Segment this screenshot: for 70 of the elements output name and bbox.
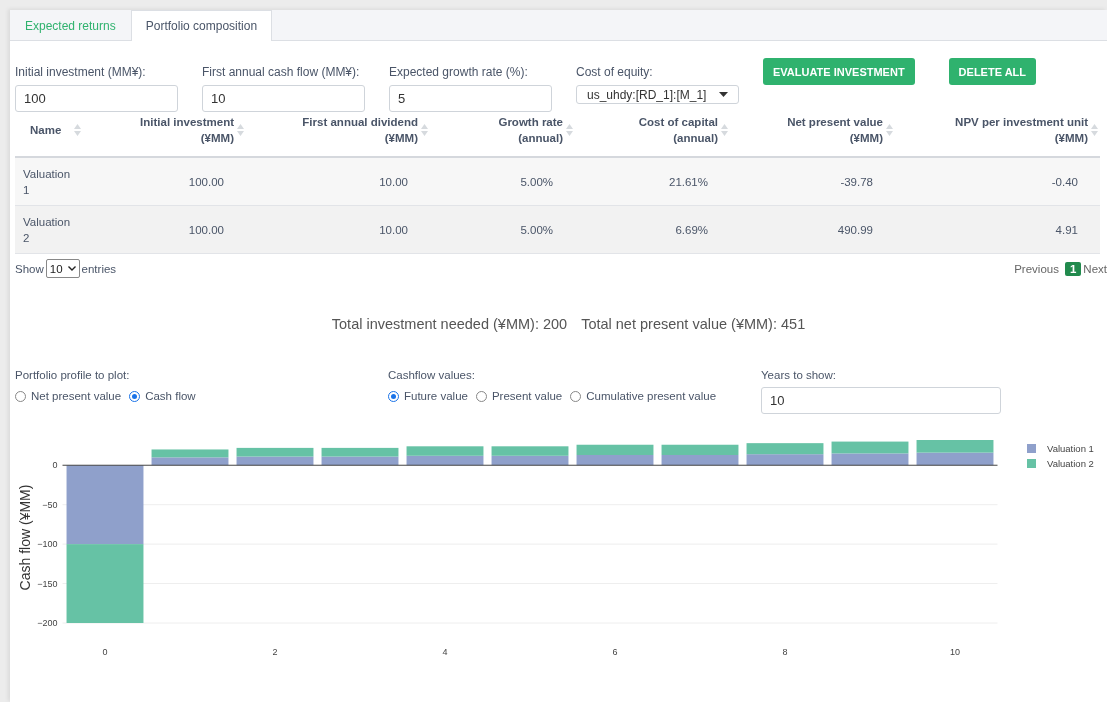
sort-icon xyxy=(1091,124,1098,136)
radio-label[interactable]: Future value xyxy=(404,390,468,402)
header-text: Growth rate (annual) xyxy=(498,115,563,146)
header-text: Net present value (¥MM) xyxy=(787,115,883,146)
axis-tick-label: 2 xyxy=(272,647,278,657)
group-label: Portfolio profile to plot: xyxy=(15,369,131,381)
field-label: Expected growth rate (%): xyxy=(389,65,529,79)
radio-label[interactable]: Cumulative present value xyxy=(586,390,717,402)
previous-link[interactable]: Previous xyxy=(1010,261,1063,276)
dropdown[interactable]: us_uhdy:[RD_1]:[M_1] xyxy=(576,85,739,104)
table-cell: Valuation 2 xyxy=(15,206,85,254)
table-cell: 5.00% xyxy=(430,206,575,254)
axis-tick-label: 8 xyxy=(782,647,788,657)
sort-icon xyxy=(237,124,244,136)
group-label: Cashflow values: xyxy=(388,369,476,381)
field-label: First annual cash flow (MM¥): xyxy=(202,65,361,79)
input-field[interactable]: 100 xyxy=(15,85,178,112)
table-cell: 21.61% xyxy=(575,158,730,206)
field-label: Initial investment (MM¥): xyxy=(15,65,147,79)
summary-text: Total investment needed (¥MM): 200 xyxy=(331,316,568,334)
axis-tick-label: −100 xyxy=(37,539,58,550)
axis-tick-label: −50 xyxy=(42,499,58,510)
input-field[interactable]: 10 xyxy=(202,85,365,112)
radio-label[interactable]: Net present value xyxy=(31,390,122,402)
table-cell: 10.00 xyxy=(246,158,430,206)
tab[interactable]: Portfolio composition xyxy=(130,10,273,41)
radio-label[interactable]: Present value xyxy=(491,390,563,402)
field-label: Cost of equity: xyxy=(576,65,654,79)
table-cell: 5.00% xyxy=(430,158,575,206)
chevron-icon xyxy=(67,266,76,271)
summary-text: Total net present value (¥MM): 451 xyxy=(581,316,806,334)
page-button[interactable]: 1 xyxy=(1064,261,1082,276)
table-cell: -39.78 xyxy=(730,158,895,206)
header-text: First annual dividend (¥MM) xyxy=(302,115,418,146)
next-link[interactable]: Next xyxy=(1083,262,1107,275)
legend-label: Valuation 1 xyxy=(1047,443,1094,454)
table-cell: 10.00 xyxy=(246,206,430,254)
table-cell: -0.40 xyxy=(895,158,1100,206)
header-text: Cost of capital (annual) xyxy=(638,115,718,146)
radio-label[interactable]: Cash flow xyxy=(145,390,196,402)
length-label: entries xyxy=(81,262,117,275)
input-field[interactable]: 10 xyxy=(761,387,1001,414)
axis-tick-label: −200 xyxy=(37,618,58,628)
axis-tick-label: 4 xyxy=(442,647,448,657)
table-cell: 4.91 xyxy=(895,206,1100,254)
table-cell: 100.00 xyxy=(85,206,246,254)
sort-icon xyxy=(74,124,82,136)
length-label: Show xyxy=(15,262,44,275)
axis-tick-label: 10 xyxy=(950,647,960,657)
axis-tick-label: 0 xyxy=(52,460,58,471)
axis-tick-label: −150 xyxy=(37,578,58,589)
sort-icon xyxy=(421,124,428,136)
header-text: Initial investment (¥MM) xyxy=(140,115,234,146)
table-cell: 490.99 xyxy=(730,206,895,254)
input-field[interactable]: 5 xyxy=(389,85,552,112)
header-text: Name xyxy=(30,123,62,138)
table-cell: 6.69% xyxy=(575,206,730,254)
header-text: NPV per investment unit (¥MM) xyxy=(955,115,1088,146)
axis-tick-label: 6 xyxy=(612,647,618,657)
legend-label: Valuation 2 xyxy=(1047,458,1094,469)
table-cell: Valuation 1 xyxy=(15,158,85,206)
axis-tick-label: 0 xyxy=(102,647,108,657)
sort-icon xyxy=(886,124,893,136)
field-label: Years to show: xyxy=(761,369,837,381)
table-cell: 100.00 xyxy=(85,158,246,206)
caret-icon xyxy=(719,92,728,97)
axis-title: Cash flow (¥MM) xyxy=(17,484,33,591)
sort-icon xyxy=(721,124,728,136)
sort-icon xyxy=(566,124,573,136)
page-length-select[interactable]: 10 xyxy=(45,259,80,278)
